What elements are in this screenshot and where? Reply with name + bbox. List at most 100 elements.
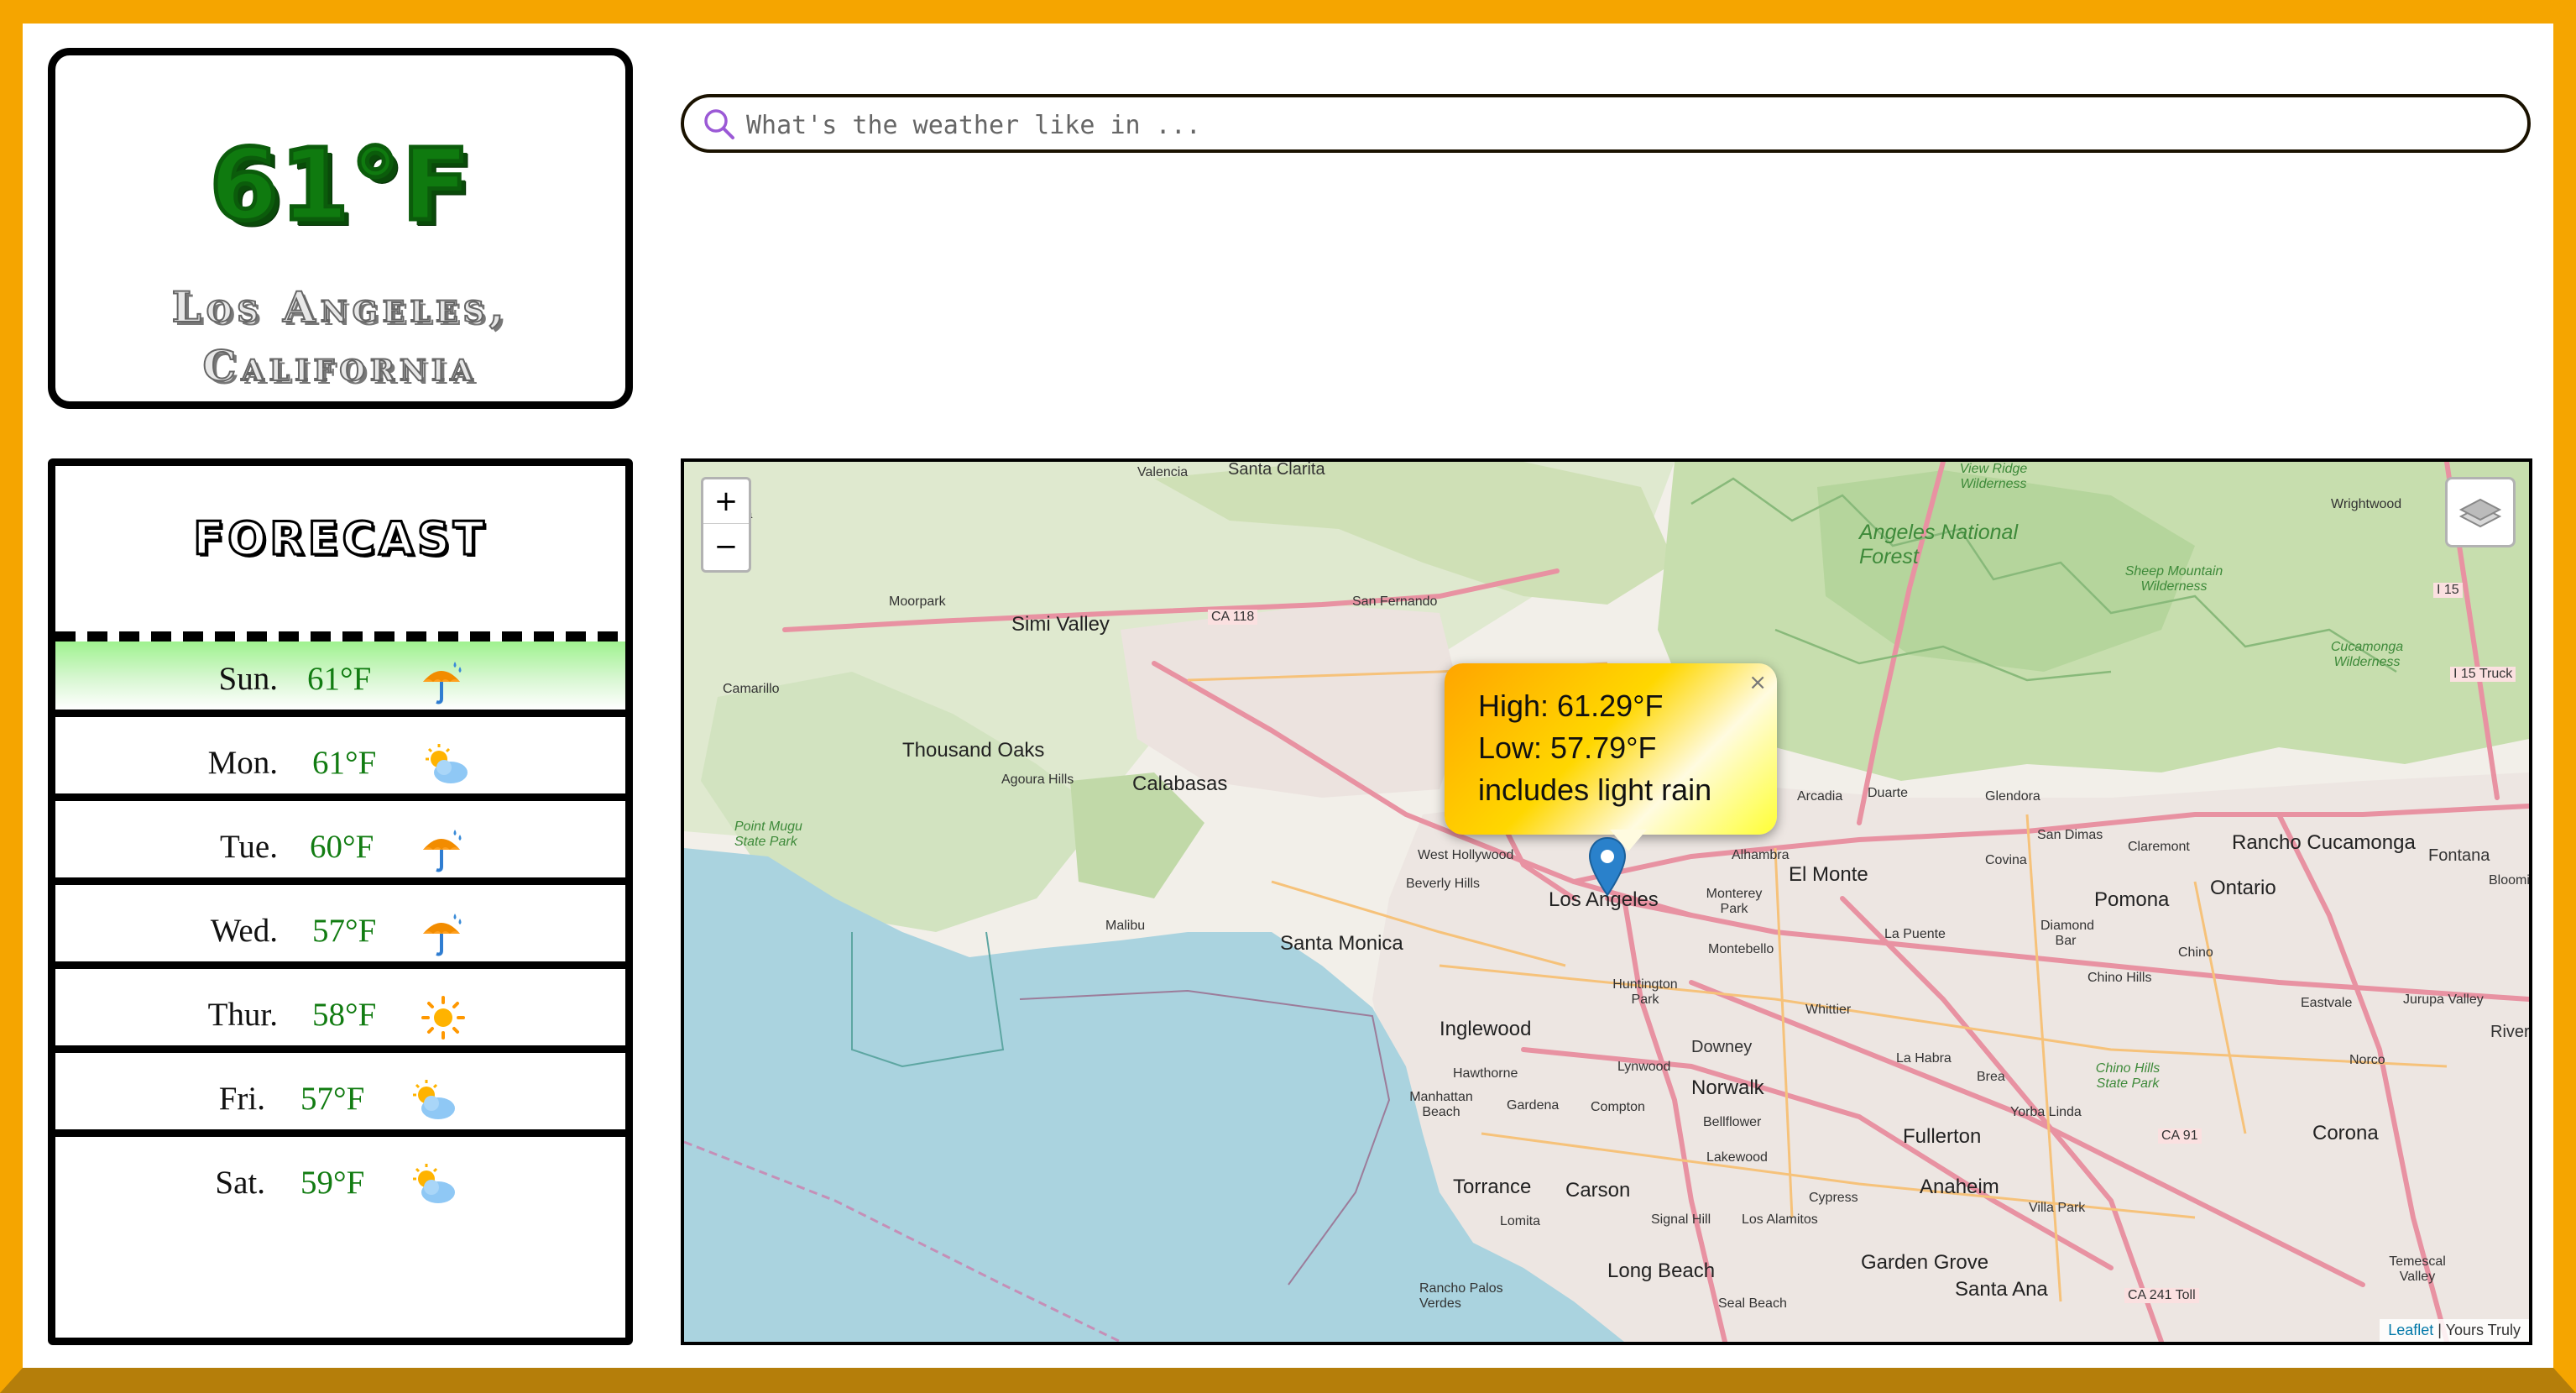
map-label: Temescal Valley xyxy=(2389,1254,2446,1284)
forecast-row[interactable]: Fri. 57°F xyxy=(55,1061,625,1137)
forecast-day: Thur. xyxy=(207,997,278,1033)
map-label: Duarte xyxy=(1868,786,1909,800)
map-label: Huntington Park xyxy=(1612,977,1678,1007)
umbrella-rain-icon xyxy=(423,662,462,704)
map-label: Fullerton xyxy=(1903,1125,1982,1148)
forecast-day: Wed. xyxy=(210,913,278,949)
map-label: Cypress xyxy=(1809,1191,1858,1205)
popup-low: Low: 57.79°F xyxy=(1478,731,1657,765)
map-label: Glendora xyxy=(1985,789,2040,804)
forecast-row[interactable]: Sat. 59°F xyxy=(55,1145,625,1221)
map-label: View Ridge Wilderness xyxy=(1959,462,2028,491)
sun-cloud-icon xyxy=(413,1080,455,1119)
map-label: Lomita xyxy=(1500,1214,1541,1228)
layers-button[interactable] xyxy=(2445,477,2516,547)
map-label: CA 91 xyxy=(2158,1129,2202,1144)
map-label: La Habra xyxy=(1896,1051,1952,1066)
map-label: Camarillo xyxy=(723,682,780,696)
map-label: Malibu xyxy=(1105,919,1146,933)
search-icon xyxy=(704,109,734,139)
umbrella-rain-icon xyxy=(423,830,462,872)
map-label: Eastvale xyxy=(2301,996,2353,1010)
map-label: Monterey Park xyxy=(1706,887,1763,916)
map-label: Angeles National Forest xyxy=(1859,521,2019,568)
map-label: Beverly Hills xyxy=(1406,877,1481,891)
map-label: Carson xyxy=(1565,1179,1631,1202)
map-label: Rancho Cucamonga xyxy=(2232,831,2416,854)
forecast-row[interactable]: Tue. 60°F xyxy=(55,809,625,885)
forecast-panel: FORECAST Sun. 61°F Mon. 61°F Tue. 60°F W… xyxy=(48,458,633,1345)
sun-cloud-icon xyxy=(426,744,468,783)
map-label: San Dimas xyxy=(2037,828,2103,842)
map-label: Santa Clarita xyxy=(1228,460,1325,479)
forecast-temp: 61°F xyxy=(307,661,372,697)
sun-cloud-icon xyxy=(413,1164,455,1203)
current-temperature: 61°F xyxy=(207,127,472,243)
map-label: Manhattan Beach xyxy=(1409,1090,1473,1119)
map-label: Pomona xyxy=(2094,888,2170,911)
map-label: Rancho Palos Verdes xyxy=(1419,1281,1503,1311)
map-label: Alhambra xyxy=(1732,848,1790,862)
current-weather-card: 61°F Los Angeles, California xyxy=(48,48,633,409)
map-label: Chino Hills State Park xyxy=(2095,1061,2161,1091)
map-label: Claremont xyxy=(2128,840,2190,854)
forecast-row[interactable]: Wed. 57°F xyxy=(55,893,625,969)
popup-note: includes light rain xyxy=(1478,772,1712,807)
map-label: Corona xyxy=(2312,1122,2379,1144)
zoom-out-button[interactable]: − xyxy=(703,525,749,568)
map-label: Seal Beach xyxy=(1718,1296,1787,1311)
map-label: Thousand Oaks xyxy=(902,739,1045,762)
map-view[interactable]: Valencia Santa Clarita View Ridge Wilder… xyxy=(681,458,2532,1345)
search-input[interactable] xyxy=(745,104,2494,146)
location-marker-icon[interactable] xyxy=(1586,836,1628,903)
map-label: Covina xyxy=(1985,853,2027,867)
map-label: Signal Hill xyxy=(1651,1212,1711,1227)
map-label: Diamond Bar xyxy=(2040,919,2095,948)
map-label: Downey xyxy=(1691,1038,1753,1056)
map-label: Norwalk xyxy=(1691,1076,1764,1099)
forecast-day: Sun. xyxy=(218,661,278,697)
forecast-temp: 57°F xyxy=(300,1081,365,1117)
map-label: Torrance xyxy=(1453,1176,1532,1198)
popup-high: High: 61.29°F xyxy=(1478,689,1664,723)
map-label: I 15 xyxy=(2433,583,2463,598)
map-label: El Monte xyxy=(1789,863,1868,886)
forecast-temp: 60°F xyxy=(310,829,374,865)
leaflet-link[interactable]: Leaflet xyxy=(2388,1322,2433,1338)
attribution-separator: | xyxy=(2433,1322,2446,1338)
sun-icon xyxy=(421,996,465,1040)
forecast-temp: 57°F xyxy=(312,913,377,949)
forecast-day: Mon. xyxy=(207,745,278,781)
zoom-control: + − xyxy=(701,477,751,573)
forecast-day: Fri. xyxy=(218,1081,265,1117)
map-label: Yorba Linda xyxy=(2010,1105,2082,1119)
map-label: Montebello xyxy=(1708,942,1774,956)
map-label: Brea xyxy=(1977,1070,2005,1084)
map-label: Chino Hills xyxy=(2087,971,2152,985)
popup-close-button[interactable]: × xyxy=(1748,670,1767,695)
map-label: CA 118 xyxy=(1208,610,1258,625)
forecast-row[interactable]: Mon. 61°F xyxy=(55,725,625,801)
map-label: San Fernando xyxy=(1352,594,1438,609)
map-attribution: Leaflet | Yours Truly xyxy=(2380,1319,2529,1342)
map-label: Jurupa Valley xyxy=(2403,992,2484,1007)
search-bar[interactable] xyxy=(681,94,2531,153)
map-label: Ontario xyxy=(2210,877,2276,899)
map-label: Moorpark xyxy=(889,594,946,609)
forecast-temp: 61°F xyxy=(312,745,377,781)
forecast-temp: 58°F xyxy=(312,997,377,1033)
map-label: Gardena xyxy=(1507,1098,1560,1113)
forecast-temp: 59°F xyxy=(300,1165,365,1201)
umbrella-rain-icon xyxy=(423,914,462,956)
map-label: Lakewood xyxy=(1706,1150,1768,1165)
forecast-row[interactable]: Thur. 58°F xyxy=(55,977,625,1053)
zoom-in-button[interactable]: + xyxy=(703,479,749,524)
map-label: Calabasas xyxy=(1132,772,1228,795)
map-label: Valencia xyxy=(1137,465,1189,479)
map-label: Santa Monica xyxy=(1280,932,1403,955)
forecast-row[interactable]: Sun. 61°F xyxy=(55,642,625,717)
map-label: Whittier xyxy=(1805,1003,1852,1017)
map-label: Arcadia xyxy=(1797,789,1843,804)
map-label: Villa Park xyxy=(2029,1201,2086,1215)
map-label: Bellflower xyxy=(1703,1115,1762,1129)
